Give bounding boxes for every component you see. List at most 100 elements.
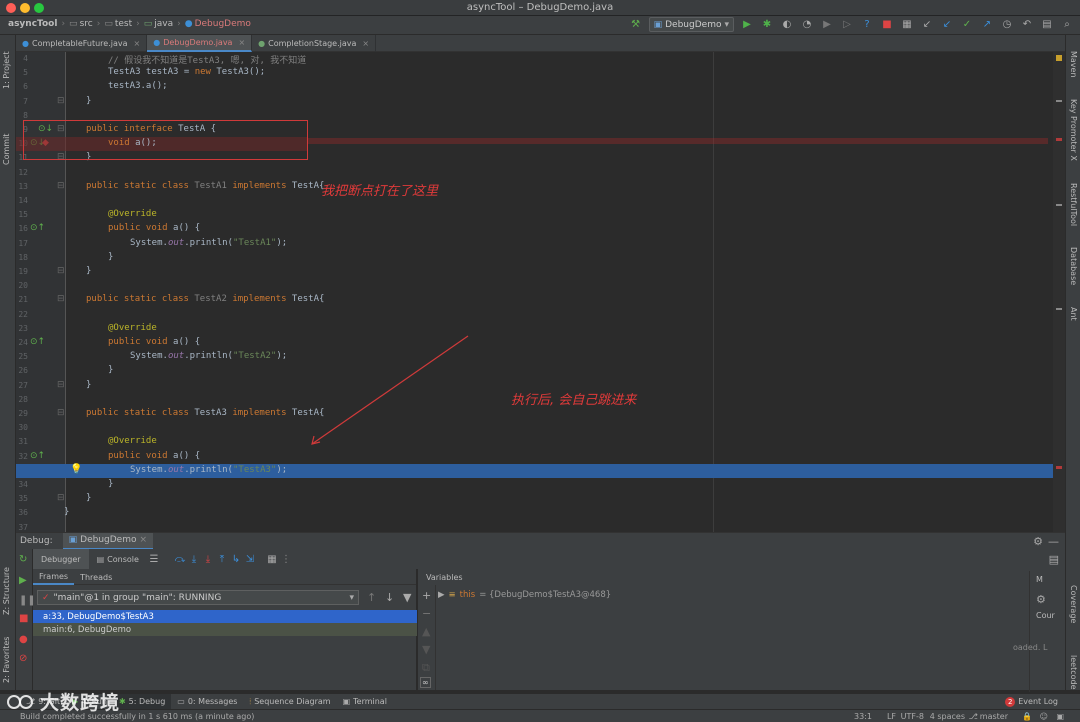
line-number[interactable]: 6 xyxy=(16,82,28,91)
layout-icon[interactable]: ▦ xyxy=(900,18,914,32)
history-icon[interactable]: ◷ xyxy=(1000,18,1014,32)
close-tab-icon[interactable]: × xyxy=(362,39,369,48)
frame-item[interactable]: main:6, DebugDemo xyxy=(33,623,417,636)
line-number[interactable]: 25 xyxy=(16,352,28,361)
step-into-icon[interactable]: ⤓ xyxy=(187,552,201,566)
git-fetch-icon[interactable]: ↙ xyxy=(920,18,934,32)
copy-icon[interactable]: ⧉ xyxy=(422,661,430,675)
breadcrumb-project[interactable]: asyncTool › xyxy=(8,19,69,29)
code-line[interactable]: public static class TestA1 implements Te… xyxy=(86,181,324,191)
breadcrumb-java[interactable]: ▭ java › xyxy=(144,19,185,29)
tab-debugger[interactable]: Debugger xyxy=(33,549,89,569)
line-number[interactable]: 19 xyxy=(16,267,28,276)
fold-icon[interactable]: ⊟ xyxy=(57,266,65,276)
run-config-selector[interactable]: ▣ DebugDemo ▾ xyxy=(648,17,734,32)
code-line[interactable]: public void a() { xyxy=(108,223,200,233)
file-encoding[interactable]: UTF-8 xyxy=(901,712,924,721)
breadcrumb-src[interactable]: ▭ src › xyxy=(69,19,104,29)
code-line[interactable]: } xyxy=(86,493,91,503)
line-number[interactable]: 5 xyxy=(16,68,28,77)
leetcode-tool-tab[interactable]: leetcode xyxy=(1069,655,1078,690)
line-number[interactable]: 20 xyxy=(16,281,28,290)
settings-icon[interactable]: ⚙ xyxy=(1036,593,1046,606)
mute-breakpoints-icon[interactable]: ⊘ xyxy=(19,653,27,664)
tab-sequence-diagram[interactable]: ⦙ Sequence Diagram xyxy=(243,694,336,710)
code-line[interactable]: testA3.a(); xyxy=(108,81,168,91)
line-number[interactable]: 35 xyxy=(16,494,28,503)
restful-tool-tab[interactable]: RestfulTool xyxy=(1069,183,1078,226)
run-to-cursor-icon[interactable]: ⇲ xyxy=(243,552,257,566)
line-number[interactable]: 24 xyxy=(16,338,28,347)
structure-tool-tab[interactable]: Z: Structure xyxy=(2,567,11,615)
caret-position[interactable]: 33:1 xyxy=(854,712,872,721)
help-icon[interactable]: ? xyxy=(860,18,874,32)
coverage-tool-tab[interactable]: Coverage xyxy=(1069,585,1078,623)
line-number[interactable]: 15 xyxy=(16,210,28,219)
step-out-icon[interactable]: ⤒ xyxy=(215,552,229,566)
line-number[interactable]: 27 xyxy=(16,381,28,390)
evaluate-icon[interactable]: ▦ xyxy=(265,552,279,566)
maven-tool-tab[interactable]: Maven xyxy=(1069,51,1078,78)
remove-watch-icon[interactable]: − xyxy=(422,607,431,620)
code-line[interactable]: } xyxy=(108,252,113,262)
fold-icon[interactable]: ⊟ xyxy=(57,96,65,106)
tab-threads[interactable]: Threads xyxy=(74,569,118,585)
memory-icon[interactable]: ▣ xyxy=(1056,712,1064,721)
line-number[interactable]: 12 xyxy=(16,168,28,177)
menu-icon[interactable]: ☰ xyxy=(147,552,161,566)
event-log-button[interactable]: 2 Event Log xyxy=(999,694,1064,710)
line-number[interactable]: 14 xyxy=(16,196,28,205)
code-line[interactable]: System.out.println("TestA2"); xyxy=(130,351,287,361)
code-line[interactable]: public void a() { xyxy=(108,337,200,347)
project-tool-tab[interactable]: 1: Project xyxy=(2,51,11,89)
tab-console[interactable]: ▤ Console xyxy=(89,549,147,569)
more-run-icon[interactable]: ▶ xyxy=(820,18,834,32)
override-icon[interactable]: ⊙↑ xyxy=(30,337,45,347)
code-line[interactable]: // 假设我不知道是TestA3, 嗯, 对, 我不知道 xyxy=(108,53,306,66)
code-line[interactable]: @Override xyxy=(108,209,157,219)
tab-frames[interactable]: Frames xyxy=(33,569,75,585)
rerun-icon[interactable]: ↻ xyxy=(19,554,27,565)
step-over-icon[interactable]: ⤼ xyxy=(173,552,187,566)
drop-frame-icon[interactable]: ↳ xyxy=(229,552,243,566)
commit-tool-tab[interactable]: Commit xyxy=(2,134,11,165)
tab-messages[interactable]: ▭ 0: Messages xyxy=(171,694,243,710)
code-line[interactable]: } xyxy=(108,365,113,375)
code-editor[interactable]: 4567891011121314151617181920212223242526… xyxy=(16,52,1065,532)
line-number[interactable]: 23 xyxy=(16,324,28,333)
expand-icon[interactable]: ▶ xyxy=(438,590,445,600)
breadcrumb-test[interactable]: ▭ test › xyxy=(104,19,143,29)
code-line[interactable]: System.out.println("TestA1"); xyxy=(130,238,287,248)
build-hammer-icon[interactable]: ⚒ xyxy=(629,18,643,32)
intention-bulb-icon[interactable]: 💡 xyxy=(70,464,82,475)
tab-completablefuture[interactable]: ● CompletableFuture.java × xyxy=(16,35,148,52)
move-down-icon[interactable]: ▼ xyxy=(422,643,430,656)
search-icon[interactable]: ⌕ xyxy=(1060,18,1074,32)
git-branch[interactable]: ⎇ master xyxy=(969,712,1008,721)
tab-completionstage[interactable]: ● CompletionStage.java × xyxy=(252,35,377,52)
profile-icon[interactable]: ◔ xyxy=(800,18,814,32)
line-number[interactable]: 16 xyxy=(16,224,28,233)
line-number[interactable]: 13 xyxy=(16,182,28,191)
git-push-icon[interactable]: ↗ xyxy=(980,18,994,32)
force-step-into-icon[interactable]: ⤓ xyxy=(201,552,215,566)
code-line[interactable]: } xyxy=(86,380,91,390)
close-tab-icon[interactable]: × xyxy=(238,38,245,47)
line-number[interactable]: 28 xyxy=(16,395,28,404)
fold-icon[interactable]: ⊟ xyxy=(57,181,65,191)
code-line[interactable]: } xyxy=(64,507,69,517)
move-up-icon[interactable]: ▲ xyxy=(422,625,430,638)
code-line[interactable]: public static class TestA3 implements Te… xyxy=(86,408,324,418)
line-number[interactable]: 7 xyxy=(16,97,28,106)
stop-debug-icon[interactable]: ■ xyxy=(19,613,28,624)
line-number[interactable]: 22 xyxy=(16,310,28,319)
line-number[interactable]: 8 xyxy=(16,111,28,120)
view-breakpoints-icon[interactable]: ● xyxy=(19,634,28,645)
git-commit-icon[interactable]: ✓ xyxy=(960,18,974,32)
fold-icon[interactable]: ⊟ xyxy=(57,493,65,503)
indent-setting[interactable]: 4 spaces xyxy=(930,712,965,721)
code-line[interactable]: @Override xyxy=(108,323,157,333)
tab-debug[interactable]: ✱ 5: Debug xyxy=(112,693,172,710)
line-number[interactable]: 34 xyxy=(16,480,28,489)
code-line[interactable]: public static class TestA2 implements Te… xyxy=(86,294,324,304)
